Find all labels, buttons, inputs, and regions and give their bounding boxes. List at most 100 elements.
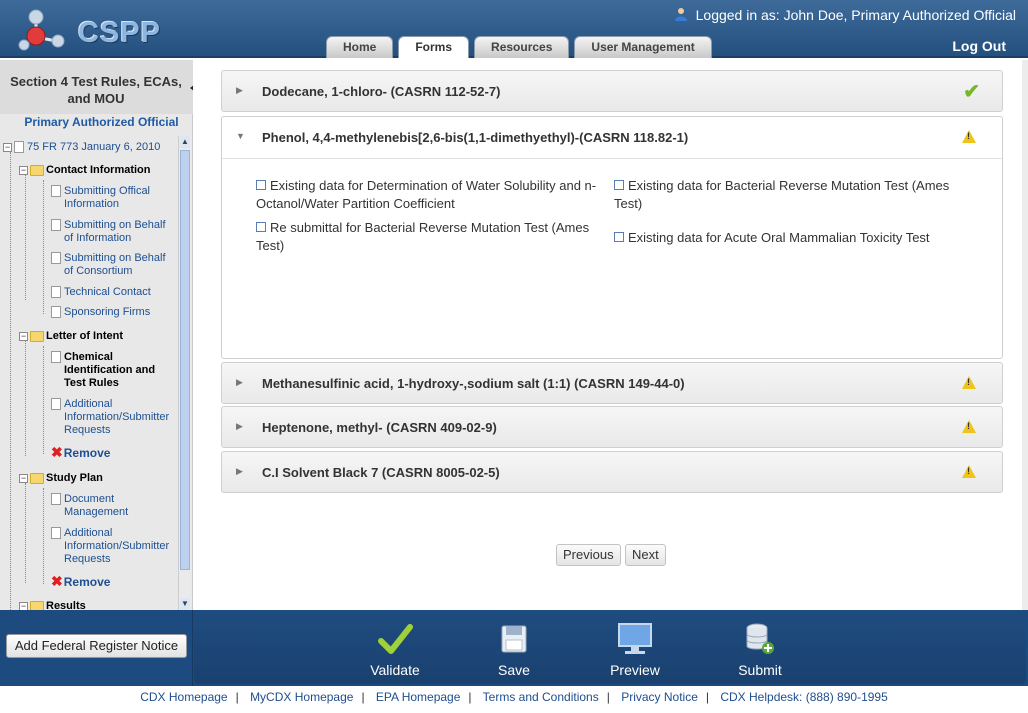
tab-forms[interactable]: Forms xyxy=(398,36,470,58)
chemical-header[interactable]: ▶ C.I Solvent Black 7 (CASRN 8005-02-5) xyxy=(222,452,1002,492)
tree-item-label-current[interactable]: Chemical Identification and Test Rules xyxy=(64,351,171,390)
tree-item-label[interactable]: Submitting on Behalf of Information xyxy=(64,219,171,245)
tree-item[interactable]: Additional Information/Submitter Request… xyxy=(51,527,171,566)
tree-item[interactable]: Submitting on Behalf of Information xyxy=(51,219,171,245)
app-name: CSPP xyxy=(78,17,161,49)
chemical-header[interactable]: ▶ Methanesulfinic acid, 1-hydroxy-,sodiu… xyxy=(222,363,1002,403)
collapse-arrow-icon[interactable]: ▼ xyxy=(236,131,245,141)
expand-arrow-icon[interactable]: ▶ xyxy=(236,377,243,388)
section-label[interactable]: Results xyxy=(46,600,86,610)
chemical-header[interactable]: ▶ Dodecane, 1-chloro- (CASRN 112-52-7) ✔ xyxy=(222,71,1002,111)
expand-arrow-icon[interactable]: ▶ xyxy=(236,421,243,432)
footer-link-privacy[interactable]: Privacy Notice xyxy=(621,690,698,704)
test-options: Existing data for Determination of Water… xyxy=(222,159,1002,359)
next-button[interactable]: Next xyxy=(625,544,666,566)
tree-item[interactable]: Submitting Offical Information xyxy=(51,185,171,211)
chemical-name: C.I Solvent Black 7 (CASRN 8005-02-5) xyxy=(262,465,500,480)
document-icon xyxy=(14,141,24,153)
tree-item-label[interactable]: Sponsoring Firms xyxy=(64,306,150,319)
save-button[interactable]: Save xyxy=(474,622,554,678)
previous-button[interactable]: Previous xyxy=(556,544,621,566)
tree-root-label[interactable]: 75 FR 773 January 6, 2010 xyxy=(27,141,160,154)
expand-arrow-icon[interactable]: ▶ xyxy=(236,85,243,96)
test-option[interactable]: Existing data for Determination of Water… xyxy=(256,177,606,213)
tab-home[interactable]: Home xyxy=(326,36,394,58)
chemical-header[interactable]: ▼ Phenol, 4,4-methylenebis[2,6-bis(1,1-d… xyxy=(222,117,1002,159)
tree-item-label[interactable]: Additional Information/Submitter Request… xyxy=(64,398,171,437)
main-tabs: Home Forms Resources User Management xyxy=(326,36,712,58)
chemical-panel[interactable]: ▶ C.I Solvent Black 7 (CASRN 8005-02-5) xyxy=(221,451,1003,493)
tree-section-contact[interactable]: − Contact Information xyxy=(19,164,151,177)
document-icon xyxy=(51,493,61,505)
scroll-thumb[interactable] xyxy=(180,150,190,570)
tree-scrollbar[interactable]: ▲ ▼ xyxy=(178,136,191,610)
test-option[interactable]: Re submittal for Bacterial Reverse Mutat… xyxy=(256,219,606,255)
remove-loi-link[interactable]: ✖ Remove xyxy=(51,445,111,460)
tree-section-letter-of-intent[interactable]: − Letter of Intent xyxy=(19,330,123,343)
preview-button[interactable]: Preview xyxy=(595,622,675,678)
footer-link-cdx-homepage[interactable]: CDX Homepage xyxy=(140,690,227,704)
option-label[interactable]: Existing data for Acute Oral Mammalian T… xyxy=(628,230,930,245)
tree-item[interactable]: Technical Contact xyxy=(51,286,171,299)
collapse-toggle-icon[interactable]: − xyxy=(19,602,28,610)
logout-link[interactable]: Log Out xyxy=(952,38,1006,54)
test-option[interactable]: Existing data for Bacterial Reverse Muta… xyxy=(614,177,964,213)
option-checkbox[interactable] xyxy=(614,232,624,242)
scroll-down-icon[interactable]: ▼ xyxy=(180,598,190,610)
tree-item-label[interactable]: Submitting Offical Information xyxy=(64,185,171,211)
option-label[interactable]: Re submittal for Bacterial Reverse Mutat… xyxy=(256,220,589,253)
option-checkbox[interactable] xyxy=(256,180,266,190)
option-label[interactable]: Existing data for Determination of Water… xyxy=(256,178,596,211)
add-federal-register-notice-button[interactable]: Add Federal Register Notice xyxy=(6,634,187,658)
warning-icon xyxy=(962,420,976,433)
footer-link-mycdx-homepage[interactable]: MyCDX Homepage xyxy=(250,690,353,704)
tree-section-study-plan[interactable]: − Study Plan xyxy=(19,472,103,485)
footer-link-terms[interactable]: Terms and Conditions xyxy=(483,690,599,704)
tab-resources[interactable]: Resources xyxy=(474,36,570,58)
tree-item[interactable]: Document Management xyxy=(51,493,171,519)
validate-button[interactable]: Validate xyxy=(355,622,435,678)
collapse-toggle-icon[interactable]: − xyxy=(19,332,28,341)
monitor-icon xyxy=(595,622,675,658)
footer-link-epa-homepage[interactable]: EPA Homepage xyxy=(376,690,461,704)
chemical-panel[interactable]: ▶ Methanesulfinic acid, 1-hydroxy-,sodiu… xyxy=(221,362,1003,404)
collapse-toggle-icon[interactable]: − xyxy=(3,143,12,152)
document-icon xyxy=(51,398,61,410)
document-icon xyxy=(51,252,61,264)
expand-arrow-icon[interactable]: ▶ xyxy=(236,466,243,477)
tree-item-label[interactable]: Additional Information/Submitter Request… xyxy=(64,527,171,566)
collapse-toggle-icon[interactable]: − xyxy=(19,474,28,483)
footer-link-helpdesk[interactable]: CDX Helpdesk: (888) 890-1995 xyxy=(720,690,887,704)
user-icon xyxy=(674,8,687,21)
tree-item[interactable]: Additional Information/Submitter Request… xyxy=(51,398,171,437)
section-label[interactable]: Letter of Intent xyxy=(46,330,123,343)
remove-label[interactable]: Remove xyxy=(64,446,111,460)
chemical-panel[interactable]: ▶ Heptenone, methyl- (CASRN 409-02-9) xyxy=(221,406,1003,448)
option-checkbox[interactable] xyxy=(614,180,624,190)
section-label[interactable]: Study Plan xyxy=(46,472,103,485)
form-tree: − 75 FR 773 January 6, 2010 − Contact In… xyxy=(3,138,178,610)
chemical-header[interactable]: ▶ Heptenone, methyl- (CASRN 409-02-9) xyxy=(222,407,1002,447)
tree-item[interactable]: Submitting on Behalf of Consortium xyxy=(51,252,171,278)
chemical-panel[interactable]: ▶ Dodecane, 1-chloro- (CASRN 112-52-7) ✔ xyxy=(221,70,1003,112)
option-label[interactable]: Existing data for Bacterial Reverse Muta… xyxy=(614,178,949,211)
tree-item[interactable]: Sponsoring Firms xyxy=(51,306,171,319)
test-option[interactable]: Existing data for Acute Oral Mammalian T… xyxy=(614,229,964,247)
scroll-up-icon[interactable]: ▲ xyxy=(180,136,190,148)
action-bar-main: Validate Save Preview Submit xyxy=(194,610,1026,684)
section-label[interactable]: Contact Information xyxy=(46,164,151,177)
remove-study-plan-link[interactable]: ✖ Remove xyxy=(51,574,111,589)
collapse-toggle-icon[interactable]: − xyxy=(19,166,28,175)
tab-user-management[interactable]: User Management xyxy=(574,36,712,58)
option-checkbox[interactable] xyxy=(256,222,266,232)
remove-label[interactable]: Remove xyxy=(64,575,111,589)
submit-button[interactable]: Submit xyxy=(720,622,800,678)
tree-item-label[interactable]: Submitting on Behalf of Consortium xyxy=(64,252,171,278)
main-scrollbar[interactable] xyxy=(1022,60,1028,610)
tree-section-results[interactable]: − Results xyxy=(19,600,86,610)
chemical-panel-expanded[interactable]: ▼ Phenol, 4,4-methylenebis[2,6-bis(1,1-d… xyxy=(221,116,1003,359)
tree-item[interactable]: Chemical Identification and Test Rules xyxy=(51,351,171,390)
tree-root[interactable]: − 75 FR 773 January 6, 2010 xyxy=(3,141,160,154)
tree-item-label[interactable]: Document Management xyxy=(64,493,171,519)
tree-item-label[interactable]: Technical Contact xyxy=(64,286,151,299)
